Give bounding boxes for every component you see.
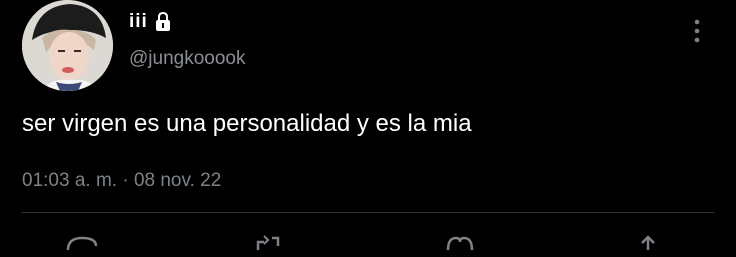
- user-handle[interactable]: @jungkooook: [129, 48, 245, 70]
- avatar[interactable]: [22, 0, 113, 91]
- more-vertical-icon[interactable]: [690, 18, 704, 44]
- tweet-card: iii @jungkooook ser virgen es una person…: [0, 0, 736, 251]
- action-bar: [0, 232, 736, 252]
- share-icon[interactable]: [628, 232, 668, 252]
- retweet-icon[interactable]: [248, 232, 288, 252]
- tweet-text: ser virgen es una personalidad y es la m…: [22, 110, 472, 137]
- tweet-time: 01:03 a. m.: [22, 170, 118, 191]
- divider: [22, 212, 714, 213]
- name-row: iii: [129, 10, 171, 34]
- meta-separator: ·: [122, 170, 129, 191]
- display-name[interactable]: iii: [129, 11, 148, 33]
- lock-icon: [155, 11, 171, 32]
- reply-icon[interactable]: [62, 232, 102, 252]
- like-icon[interactable]: [440, 232, 480, 252]
- tweet-timestamp[interactable]: 01:03 a. m. · 08 nov. 22: [22, 170, 221, 192]
- tweet-date: 08 nov. 22: [133, 170, 222, 191]
